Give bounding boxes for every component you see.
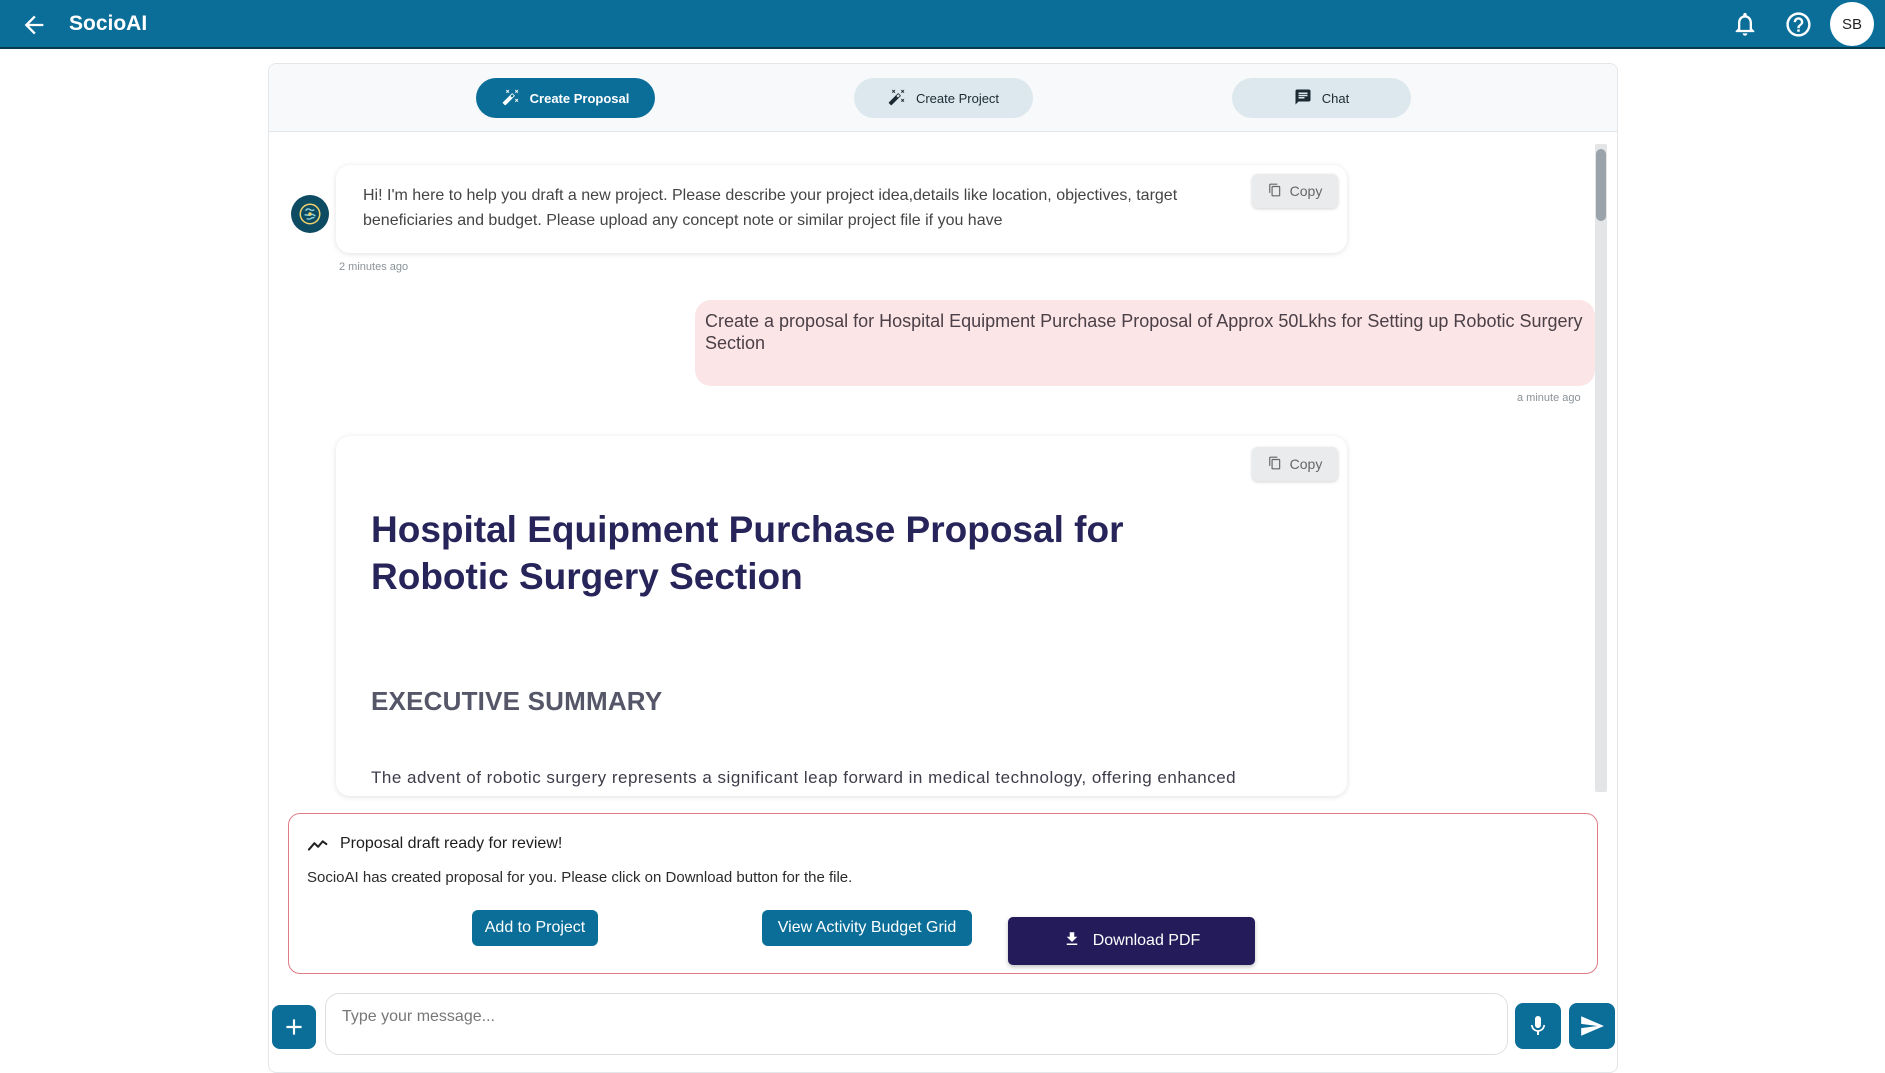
download-icon bbox=[1063, 930, 1081, 953]
copy-icon bbox=[1268, 183, 1282, 200]
notice-description: SocioAI has created proposal for you. Pl… bbox=[307, 869, 853, 886]
bot-message-text: Hi! I'm here to help you draft a new pro… bbox=[363, 187, 1178, 229]
proposal-chat-panel: Create Proposal Create Project Chat Hi! … bbox=[268, 63, 1618, 1073]
view-activity-budget-grid-button[interactable]: View Activity Budget Grid bbox=[762, 910, 972, 946]
tab-label: Create Project bbox=[915, 90, 1000, 106]
chat-icon bbox=[1294, 88, 1312, 109]
tab-label: Create Proposal bbox=[529, 90, 630, 106]
send-button[interactable] bbox=[1569, 1003, 1615, 1049]
proposal-ready-notice: Proposal draft ready for review! SocioAI… bbox=[288, 813, 1598, 974]
microphone-icon bbox=[1531, 1016, 1545, 1035]
user-avatar[interactable]: SB bbox=[1830, 2, 1874, 46]
copy-label: Copy bbox=[1289, 456, 1323, 472]
bot-avatar bbox=[291, 195, 329, 233]
add-to-project-button[interactable]: Add to Project bbox=[472, 910, 598, 946]
tab-chat[interactable]: Chat bbox=[1232, 78, 1411, 118]
mode-tabs: Create Proposal Create Project Chat bbox=[269, 64, 1617, 132]
download-pdf-button[interactable]: Download PDF bbox=[1008, 917, 1255, 965]
copy-button[interactable]: Copy bbox=[1252, 447, 1338, 481]
copy-button[interactable]: Copy bbox=[1252, 174, 1338, 208]
send-icon bbox=[1581, 1016, 1604, 1036]
back-arrow-icon[interactable] bbox=[20, 11, 48, 39]
tab-create-project[interactable]: Create Project bbox=[854, 78, 1033, 118]
magic-wand-icon bbox=[888, 88, 906, 109]
proposal-document-bubble: Copy Hospital Equipment Purchase Proposa… bbox=[336, 436, 1347, 796]
app-title: SocioAI bbox=[69, 12, 148, 35]
download-label: Download PDF bbox=[1092, 932, 1201, 949]
brain-icon bbox=[299, 203, 321, 225]
copy-label: Copy bbox=[1289, 183, 1323, 199]
top-app-bar: SocioAI SB bbox=[0, 0, 1885, 49]
chat-scrollbar-thumb[interactable] bbox=[1596, 149, 1606, 221]
user-message-text: Create a proposal for Hospital Equipment… bbox=[705, 311, 1583, 353]
voice-input-button[interactable] bbox=[1515, 1003, 1561, 1049]
notice-title: Proposal draft ready for review! bbox=[340, 835, 563, 852]
bot-message-bubble: Hi! I'm here to help you draft a new pro… bbox=[336, 165, 1347, 253]
message-timestamp: a minute ago bbox=[1517, 392, 1581, 404]
plus-icon bbox=[286, 1019, 302, 1035]
trending-line-icon bbox=[307, 836, 330, 854]
notification-bell-icon[interactable] bbox=[1731, 10, 1759, 38]
section-heading: EXECUTIVE SUMMARY bbox=[371, 686, 663, 716]
copy-icon bbox=[1268, 456, 1282, 473]
chat-scrollbar[interactable] bbox=[1595, 144, 1607, 792]
add-attachment-button[interactable] bbox=[272, 1005, 316, 1049]
help-icon[interactable] bbox=[1784, 10, 1813, 39]
tab-create-proposal[interactable]: Create Proposal bbox=[476, 78, 655, 118]
user-message-bubble: Create a proposal for Hospital Equipment… bbox=[695, 300, 1595, 386]
message-timestamp: 2 minutes ago bbox=[339, 261, 409, 273]
proposal-paragraph: The advent of robotic surgery represents… bbox=[371, 768, 1237, 787]
magic-wand-icon bbox=[502, 88, 520, 109]
tab-label: Chat bbox=[1321, 90, 1350, 106]
message-input[interactable] bbox=[325, 993, 1508, 1055]
proposal-title: Hospital Equipment Purchase Proposal for… bbox=[371, 509, 1124, 597]
